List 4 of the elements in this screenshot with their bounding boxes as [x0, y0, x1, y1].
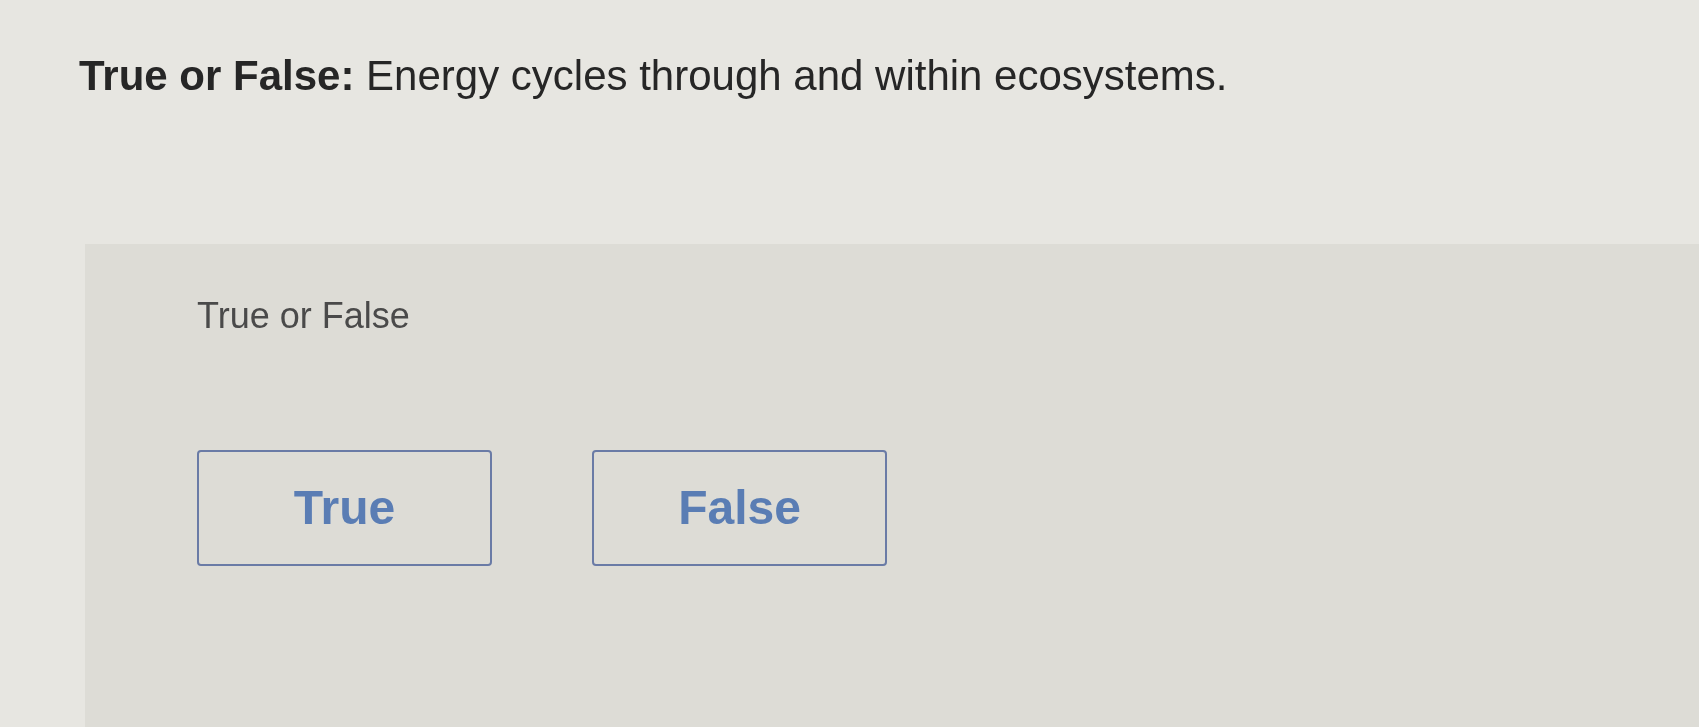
answer-option-button[interactable]: True [197, 450, 492, 566]
answer-option-button[interactable]: False [592, 450, 887, 566]
question-text: True or False: Energy cycles through and within ecosystems. [78, 51, 1229, 101]
prompt-text: True or False [197, 294, 411, 337]
